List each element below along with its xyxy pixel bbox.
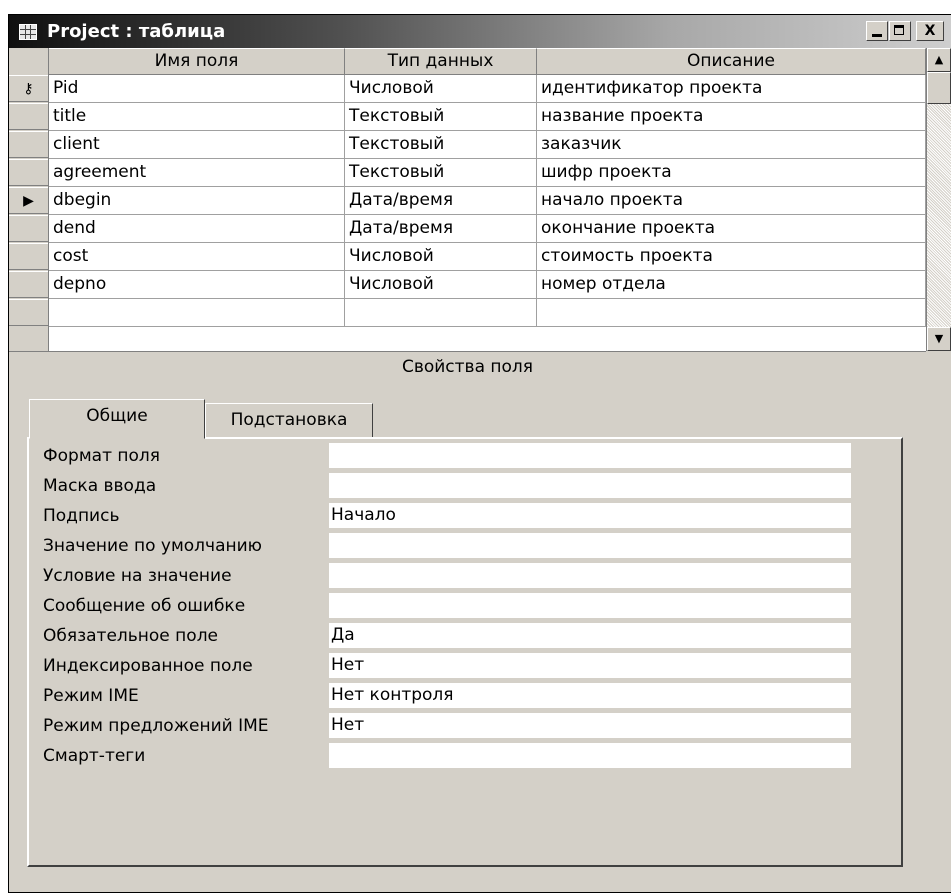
description-cell[interactable]: шифр проекта xyxy=(537,159,926,187)
data-type-cell[interactable]: Числовой xyxy=(345,75,537,103)
property-label: Сообщение об ошибке xyxy=(43,596,246,616)
property-value-field[interactable] xyxy=(329,743,851,768)
property-label: Режим предложений IME xyxy=(43,716,269,736)
close-icon: X xyxy=(924,23,936,39)
property-label: Режим IME xyxy=(43,686,139,706)
data-type-cell[interactable]: Дата/время xyxy=(345,215,537,243)
property-value-field[interactable] xyxy=(329,443,851,468)
property-label: Значение по умолчанию xyxy=(43,536,262,556)
data-type-cell[interactable]: Текстовый xyxy=(345,103,537,131)
description-cell[interactable]: окончание проекта xyxy=(537,215,926,243)
field-name-cell[interactable]: cost xyxy=(49,243,345,271)
tab-general[interactable]: Общие xyxy=(29,399,205,439)
table-design-window: Project : таблица X Имя поля Тип данных … xyxy=(8,14,951,893)
scroll-down-button[interactable]: ▼ xyxy=(927,327,951,351)
field-name-cell[interactable]: dend xyxy=(49,215,345,243)
data-type-cell[interactable] xyxy=(345,299,537,327)
row-selector[interactable] xyxy=(9,159,48,186)
property-label: Индексированное поле xyxy=(43,656,253,676)
description-cell[interactable]: заказчик xyxy=(537,131,926,159)
current-row-arrow-icon[interactable]: ▶ xyxy=(9,187,48,214)
field-grid: Имя поля Тип данных Описание ⚷ Pid Числово… xyxy=(9,48,927,351)
maximize-icon xyxy=(894,25,904,35)
property-value-field[interactable] xyxy=(329,593,851,618)
property-value-field[interactable] xyxy=(329,473,851,498)
property-label: Формат поля xyxy=(43,446,160,466)
property-value-field[interactable] xyxy=(329,533,851,558)
property-label: Подпись xyxy=(43,506,120,526)
description-cell[interactable]: идентификатор проекта xyxy=(537,75,926,103)
property-label: Обязательное поле xyxy=(43,626,219,646)
description-cell[interactable] xyxy=(537,299,926,327)
table-icon xyxy=(19,24,37,40)
row-selector[interactable] xyxy=(9,103,48,130)
row-selector[interactable] xyxy=(9,243,48,270)
description-cell[interactable]: начало проекта xyxy=(537,187,926,215)
field-name-cell[interactable] xyxy=(49,299,345,327)
window-title: Project : таблица xyxy=(47,21,226,42)
scroll-thumb[interactable] xyxy=(927,72,951,104)
row-selector[interactable] xyxy=(9,215,48,242)
property-label: Смарт-теги xyxy=(43,746,146,766)
data-type-cell[interactable]: Текстовый xyxy=(345,131,537,159)
field-name-cell[interactable]: Pid xyxy=(49,75,345,103)
title-bar[interactable]: Project : таблица X xyxy=(9,15,951,48)
maximize-button[interactable] xyxy=(889,21,911,41)
data-type-cell[interactable]: Дата/время xyxy=(345,187,537,215)
data-type-cell[interactable]: Текстовый xyxy=(345,159,537,187)
field-name-cell[interactable]: dbegin xyxy=(49,187,345,215)
field-name-cell[interactable]: agreement xyxy=(49,159,345,187)
header-data-type[interactable]: Тип данных xyxy=(345,48,537,75)
close-button[interactable]: X xyxy=(916,21,944,41)
description-cell[interactable]: стоимость проекта xyxy=(537,243,926,271)
property-value-field[interactable]: Нет xyxy=(329,713,851,738)
property-value-field[interactable]: Начало xyxy=(329,503,851,528)
tab-lookup[interactable]: Подстановка xyxy=(205,403,373,439)
row-selector[interactable] xyxy=(9,131,48,158)
field-name-cell[interactable]: depno xyxy=(49,271,345,299)
property-value-field[interactable]: Да xyxy=(329,623,851,648)
description-cell[interactable]: название проекта xyxy=(537,103,926,131)
data-type-cell[interactable]: Числовой xyxy=(345,271,537,299)
data-type-cell[interactable]: Числовой xyxy=(345,243,537,271)
primary-key-icon[interactable]: ⚷ xyxy=(9,75,48,102)
arrow-up-icon: ▲ xyxy=(934,53,944,66)
minimize-icon xyxy=(872,34,882,37)
row-selector[interactable] xyxy=(9,271,48,298)
description-cell[interactable]: номер отдела xyxy=(537,271,926,299)
grid-vertical-scrollbar[interactable]: ▲ ▼ xyxy=(927,48,951,351)
header-description[interactable]: Описание xyxy=(537,48,926,75)
field-name-cell[interactable]: title xyxy=(49,103,345,131)
arrow-down-icon: ▼ xyxy=(934,332,944,345)
property-label: Условие на значение xyxy=(43,566,232,586)
field-properties-label: Свойства поля xyxy=(9,351,926,382)
scroll-up-button[interactable]: ▲ xyxy=(927,48,951,72)
property-value-field[interactable]: Нет контроля xyxy=(329,683,851,708)
field-name-cell[interactable]: client xyxy=(49,131,345,159)
header-field-name[interactable]: Имя поля xyxy=(49,48,345,75)
property-value-field[interactable]: Нет xyxy=(329,653,851,678)
property-value-field[interactable] xyxy=(329,563,851,588)
minimize-button[interactable] xyxy=(866,21,888,41)
row-selector[interactable] xyxy=(9,299,48,326)
property-label: Маска ввода xyxy=(43,476,157,496)
